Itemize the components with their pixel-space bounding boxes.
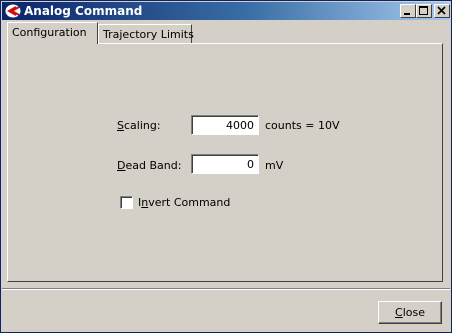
close-button[interactable]: Close — [378, 301, 442, 324]
dead-band-unit: mV — [265, 159, 284, 172]
dead-band-label-text: ead Band: — [125, 159, 182, 172]
close-window-button[interactable] — [434, 4, 450, 18]
maximize-button[interactable] — [416, 4, 432, 18]
minimize-icon — [404, 13, 410, 15]
invert-command-label[interactable]: Invert Command — [138, 196, 230, 209]
close-icon — [437, 6, 446, 15]
scaling-label-mnemonic: S — [117, 119, 124, 132]
tab-configuration-label: Configuration — [12, 26, 87, 39]
scaling-label-text: caling: — [123, 119, 161, 132]
maximize-icon — [419, 6, 428, 15]
minimize-button[interactable] — [400, 4, 416, 18]
close-button-mnemonic: C — [395, 306, 403, 319]
close-button-label: lose — [402, 306, 425, 319]
scaling-input[interactable]: 4000 — [191, 115, 259, 135]
analog-command-window: Analog Command Configuration Trajectory … — [0, 0, 452, 333]
window-title: Analog Command — [24, 4, 143, 18]
footer-divider — [2, 288, 450, 290]
dead-band-label: Dead Band: — [117, 159, 181, 172]
tab-configuration[interactable]: Configuration — [7, 22, 98, 44]
invert-command-checkbox[interactable] — [120, 196, 133, 209]
scaling-unit: counts = 10V — [265, 119, 340, 132]
scaling-label: Scaling: — [117, 119, 161, 132]
title-bar[interactable]: Analog Command — [2, 2, 450, 20]
tab-trajectory-limits-label: Trajectory Limits — [103, 28, 194, 41]
configuration-panel: Scaling: 4000 counts = 10V Dead Band: 0 … — [7, 43, 443, 282]
tab-trajectory-limits[interactable]: Trajectory Limits — [98, 24, 194, 44]
dead-band-input[interactable]: 0 — [191, 154, 259, 174]
app-logo-icon — [5, 4, 21, 18]
invert-command-label-text: vert Command — [148, 196, 231, 209]
